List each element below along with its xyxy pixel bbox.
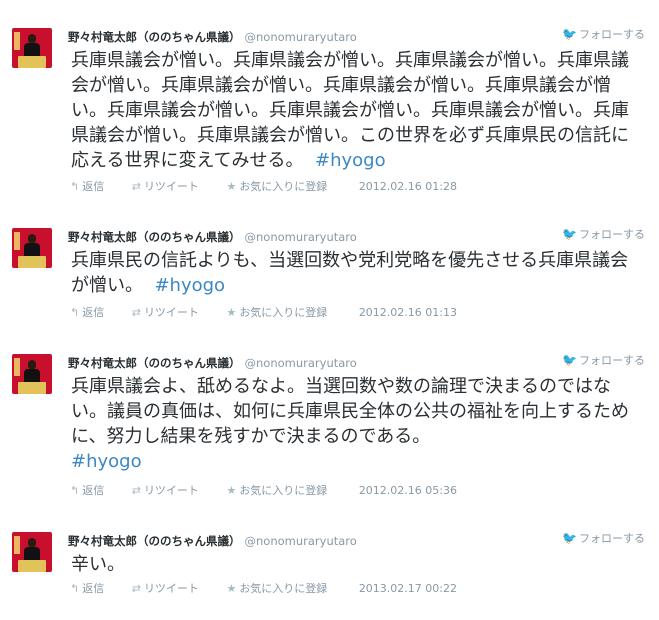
twitter-bird-icon: 🐦 (562, 531, 577, 545)
retweet-icon: ⇄ (131, 306, 141, 319)
tweet-header: 野々村竜太郎（ののちゃん県議） @nonomuraryutaro (68, 530, 357, 548)
podium-shape (18, 56, 46, 68)
user-name[interactable]: 野々村竜太郎（ののちゃん県議） (68, 30, 241, 44)
user-handle[interactable]: @nonomuraryutaro (245, 30, 357, 44)
retweet-icon: ⇄ (131, 582, 141, 595)
reply-label: 返信 (82, 306, 105, 319)
user-handle[interactable]: @nonomuraryutaro (245, 356, 357, 370)
follow-button[interactable]: 🐦 フォローする (562, 226, 645, 242)
follow-label: フォローする (579, 354, 645, 367)
tweet-text: 兵庫県議会が憎い。兵庫県議会が憎い。兵庫県議会が憎い。兵庫県議会が憎い。兵庫県議… (71, 48, 641, 173)
star-icon: ★ (226, 306, 237, 319)
flag-shape (14, 232, 20, 250)
podium-shape (18, 256, 46, 268)
follow-label: フォローする (579, 228, 645, 241)
retweet-label: リツイート (143, 484, 199, 497)
favorite-label: お気に入りに登録 (239, 582, 328, 595)
reply-icon: ↰ (70, 180, 80, 193)
timestamp[interactable]: 2012.02.16 01:13 (359, 306, 457, 319)
twitter-bird-icon: 🐦 (562, 227, 577, 241)
tweet-actions: ↰ 返信 ⇄ リツイート ★ お気に入りに登録 2013.02.17 00:22 (70, 580, 469, 596)
favorite-button[interactable]: ★ お気に入りに登録 (226, 484, 339, 497)
retweet-label: リツイート (143, 180, 199, 193)
star-icon: ★ (226, 484, 237, 497)
avatar[interactable] (12, 354, 52, 394)
timestamp[interactable]: 2012.02.16 01:28 (359, 180, 457, 193)
reply-icon: ↰ (70, 306, 80, 319)
user-name[interactable]: 野々村竜太郎（ののちゃん県議） (68, 356, 241, 370)
reply-label: 返信 (82, 484, 105, 497)
favorite-label: お気に入りに登録 (239, 180, 328, 193)
favorite-label: お気に入りに登録 (239, 484, 328, 497)
retweet-label: リツイート (143, 582, 199, 595)
flag-shape (14, 32, 20, 50)
tweet-actions: ↰ 返信 ⇄ リツイート ★ お気に入りに登録 2012.02.16 01:28 (70, 178, 469, 194)
retweet-button[interactable]: ⇄ リツイート (132, 180, 211, 193)
reply-button[interactable]: ↰ 返信 (70, 180, 116, 193)
follow-button[interactable]: 🐦 フォローする (562, 352, 645, 368)
twitter-bird-icon: 🐦 (562, 27, 577, 41)
tweet-header: 野々村竜太郎（ののちゃん県議） @nonomuraryutaro (68, 352, 357, 370)
timestamp[interactable]: 2012.02.16 05:36 (359, 484, 457, 497)
retweet-button[interactable]: ⇄ リツイート (132, 484, 211, 497)
reply-icon: ↰ (70, 484, 80, 497)
tweet-header: 野々村竜太郎（ののちゃん県議） @nonomuraryutaro (68, 226, 357, 244)
user-handle[interactable]: @nonomuraryutaro (245, 534, 357, 548)
podium-shape (18, 382, 46, 394)
favorite-button[interactable]: ★ お気に入りに登録 (226, 582, 339, 595)
tweet-text: 辛い。 (71, 552, 641, 577)
podium-shape (18, 560, 46, 572)
favorite-button[interactable]: ★ お気に入りに登録 (226, 180, 339, 193)
user-name[interactable]: 野々村竜太郎（ののちゃん県議） (68, 230, 241, 244)
flag-shape (14, 536, 20, 554)
retweet-label: リツイート (143, 306, 199, 319)
favorite-label: お気に入りに登録 (239, 306, 328, 319)
tweet-body: 兵庫県議会よ、舐めるなよ。当選回数や数の論理で決まるのではない。議員の真価は、如… (71, 376, 629, 447)
timestamp[interactable]: 2013.02.17 00:22 (359, 582, 457, 595)
avatar[interactable] (12, 532, 52, 572)
flag-shape (14, 358, 20, 376)
reply-button[interactable]: ↰ 返信 (70, 582, 116, 595)
follow-label: フォローする (579, 532, 645, 545)
reply-icon: ↰ (70, 582, 80, 595)
favorite-button[interactable]: ★ お気に入りに登録 (226, 306, 339, 319)
star-icon: ★ (226, 180, 237, 193)
user-handle[interactable]: @nonomuraryutaro (245, 230, 357, 244)
retweet-icon: ⇄ (131, 484, 141, 497)
follow-button[interactable]: 🐦 フォローする (562, 26, 645, 42)
reply-label: 返信 (82, 180, 105, 193)
retweet-icon: ⇄ (131, 180, 141, 193)
retweet-button[interactable]: ⇄ リツイート (132, 582, 211, 595)
reply-button[interactable]: ↰ 返信 (70, 484, 116, 497)
retweet-button[interactable]: ⇄ リツイート (132, 306, 211, 319)
tweet-header: 野々村竜太郎（ののちゃん県議） @nonomuraryutaro (68, 26, 357, 44)
reply-button[interactable]: ↰ 返信 (70, 306, 116, 319)
tweet-actions: ↰ 返信 ⇄ リツイート ★ お気に入りに登録 2012.02.16 05:36 (70, 482, 469, 498)
twitter-bird-icon: 🐦 (562, 353, 577, 367)
hashtag-link[interactable]: #hyogo (154, 275, 225, 296)
hashtag-link[interactable]: #hyogo (71, 451, 142, 472)
tweet-text: 兵庫県民の信託よりも、当選回数や党利党略を優先させる兵庫県議会が憎い。 #hyo… (71, 248, 641, 298)
avatar[interactable] (12, 28, 52, 68)
user-name[interactable]: 野々村竜太郎（ののちゃん県議） (68, 534, 241, 548)
tweet-text: 兵庫県議会よ、舐めるなよ。当選回数や数の論理で決まるのではない。議員の真価は、如… (71, 374, 641, 474)
hashtag-link[interactable]: #hyogo (315, 150, 386, 171)
tweet-actions: ↰ 返信 ⇄ リツイート ★ お気に入りに登録 2012.02.16 01:13 (70, 304, 469, 320)
follow-button[interactable]: 🐦 フォローする (562, 530, 645, 546)
tweet-body: 辛い。 (71, 554, 125, 575)
star-icon: ★ (226, 582, 237, 595)
follow-label: フォローする (579, 28, 645, 41)
reply-label: 返信 (82, 582, 105, 595)
avatar[interactable] (12, 228, 52, 268)
